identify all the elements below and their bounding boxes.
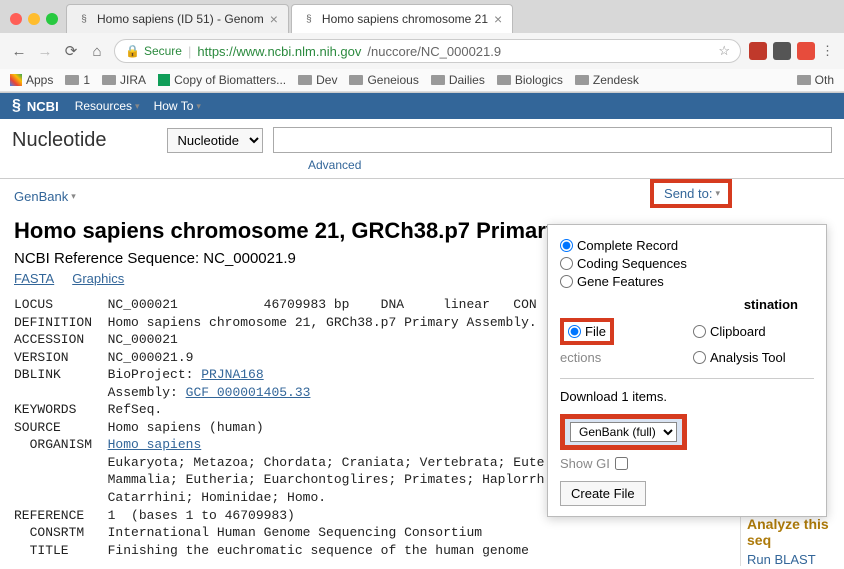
secure-label: Secure [144, 44, 182, 58]
organism-link[interactable]: Homo sapiens [108, 437, 202, 452]
bookmark-folder[interactable]: Dailies [431, 73, 485, 87]
lock-icon: 🔒 [125, 44, 140, 58]
ncbi-menu: Resources ▾ How To ▾ [75, 99, 201, 113]
bookmark-star-icon[interactable]: ☆ [718, 43, 730, 59]
coding-sequences-radio[interactable] [560, 257, 573, 270]
browser-chrome: § Homo sapiens (ID 51) - Genom × § Homo … [0, 0, 844, 93]
send-to-dropdown[interactable]: Send to:▾ [650, 179, 732, 208]
close-tab-icon[interactable]: × [270, 11, 278, 27]
destination-clipboard-option[interactable]: Clipboard [693, 321, 814, 342]
format-select-wrap: GenBank (full) [560, 414, 687, 450]
home-icon[interactable]: ⌂ [88, 42, 106, 60]
apps-button[interactable]: Apps [10, 73, 53, 87]
send-to-popup: Complete Record Coding Sequences Gene Fe… [547, 224, 827, 517]
advanced-link[interactable]: Advanced [308, 158, 361, 172]
extension-icon[interactable] [797, 42, 815, 60]
minimize-window-icon[interactable] [28, 13, 40, 25]
destination-analysis-option[interactable]: Analysis Tool [693, 350, 814, 365]
graphics-link[interactable]: Graphics [72, 271, 124, 286]
db-title: Nucleotide [12, 129, 107, 152]
ncbi-brand: NCBI [27, 99, 59, 114]
url-path: /nuccore/NC_000021.9 [367, 44, 501, 59]
browser-tab[interactable]: § Homo sapiens chromosome 21 × [291, 4, 513, 33]
chevron-down-icon: ▾ [715, 188, 720, 199]
search-area: Nucleotide Nucleotide Advanced [0, 119, 844, 179]
clipboard-radio[interactable] [693, 325, 706, 338]
extension-icon[interactable] [749, 42, 767, 60]
bookmark-folder[interactable]: 1 [65, 73, 90, 87]
favicon-icon: § [302, 12, 316, 26]
analyze-heading: Analyze this seq [747, 516, 840, 548]
secure-badge: 🔒 Secure [125, 44, 182, 58]
analysis-radio[interactable] [693, 351, 706, 364]
chevron-down-icon: ▾ [71, 191, 76, 202]
favicon-icon: § [77, 12, 91, 26]
close-window-icon[interactable] [10, 13, 22, 25]
chevron-down-icon: ▾ [196, 101, 201, 112]
url-host: https://www.ncbi.nlm.nih.gov [197, 44, 361, 59]
resources-menu[interactable]: Resources ▾ [75, 99, 140, 113]
gene-features-radio[interactable] [560, 275, 573, 288]
bookmark-folder[interactable]: Biologics [497, 73, 563, 87]
bookmark-folder[interactable]: Geneious [349, 73, 418, 87]
tab-title: Homo sapiens (ID 51) - Genom [97, 12, 264, 26]
destination-collections-option[interactable]: ections [560, 350, 681, 365]
maximize-window-icon[interactable] [46, 13, 58, 25]
search-input[interactable] [273, 127, 832, 153]
ncbi-logo[interactable]: § NCBI [12, 97, 59, 115]
show-gi-checkbox-row[interactable]: Show GI [560, 456, 814, 471]
ncbi-header: § NCBI Resources ▾ How To ▾ [0, 93, 844, 119]
chevron-down-icon: ▾ [135, 101, 140, 112]
record-scope-option[interactable]: Complete Record [560, 238, 814, 253]
close-tab-icon[interactable]: × [494, 11, 502, 27]
create-file-button[interactable]: Create File [560, 481, 646, 506]
address-bar: ← → ⟳ ⌂ 🔒 Secure | https://www.ncbi.nlm.… [0, 33, 844, 69]
howto-menu[interactable]: How To ▾ [154, 99, 201, 113]
show-gi-checkbox[interactable] [615, 457, 628, 470]
forward-icon[interactable]: → [36, 42, 54, 60]
bookmark-folder[interactable]: Zendesk [575, 73, 639, 87]
view-format-dropdown[interactable]: GenBank▾ [14, 189, 76, 204]
browser-tab[interactable]: § Homo sapiens (ID 51) - Genom × [66, 4, 289, 33]
record-scope-option[interactable]: Gene Features [560, 274, 814, 289]
fasta-link[interactable]: FASTA [14, 271, 54, 286]
run-blast-link[interactable]: Run BLAST [747, 552, 840, 566]
destination-file-option[interactable]: File [560, 318, 614, 345]
bookmark-item[interactable]: Copy of Biomatters... [158, 73, 286, 87]
download-count-label: Download 1 items. [560, 389, 814, 404]
choose-destination-label: stination [560, 297, 814, 312]
bioproject-link[interactable]: PRJNA168 [201, 367, 263, 382]
tab-title: Homo sapiens chromosome 21 [322, 12, 488, 26]
bookmark-folder[interactable]: JIRA [102, 73, 146, 87]
dna-icon: § [12, 97, 21, 115]
extension-icon[interactable] [773, 42, 791, 60]
url-input[interactable]: 🔒 Secure | https://www.ncbi.nlm.nih.gov/… [114, 39, 741, 63]
record-scope-option[interactable]: Coding Sequences [560, 256, 814, 271]
assembly-link[interactable]: GCF_000001405.33 [186, 385, 311, 400]
back-icon[interactable]: ← [10, 42, 28, 60]
tab-bar: § Homo sapiens (ID 51) - Genom × § Homo … [0, 0, 844, 33]
menu-icon[interactable]: ⋮ [821, 43, 834, 59]
traffic-lights [6, 13, 66, 25]
format-select[interactable]: GenBank (full) [570, 422, 677, 442]
database-select[interactable]: Nucleotide [167, 128, 263, 153]
bookmark-folder[interactable]: Dev [298, 73, 337, 87]
complete-record-radio[interactable] [560, 239, 573, 252]
bookmark-bar: Apps 1 JIRA Copy of Biomatters... Dev Ge… [0, 69, 844, 92]
reload-icon[interactable]: ⟳ [62, 42, 80, 60]
file-radio[interactable] [568, 325, 581, 338]
extension-icons: ⋮ [749, 42, 834, 60]
other-bookmarks[interactable]: Oth [797, 73, 834, 87]
